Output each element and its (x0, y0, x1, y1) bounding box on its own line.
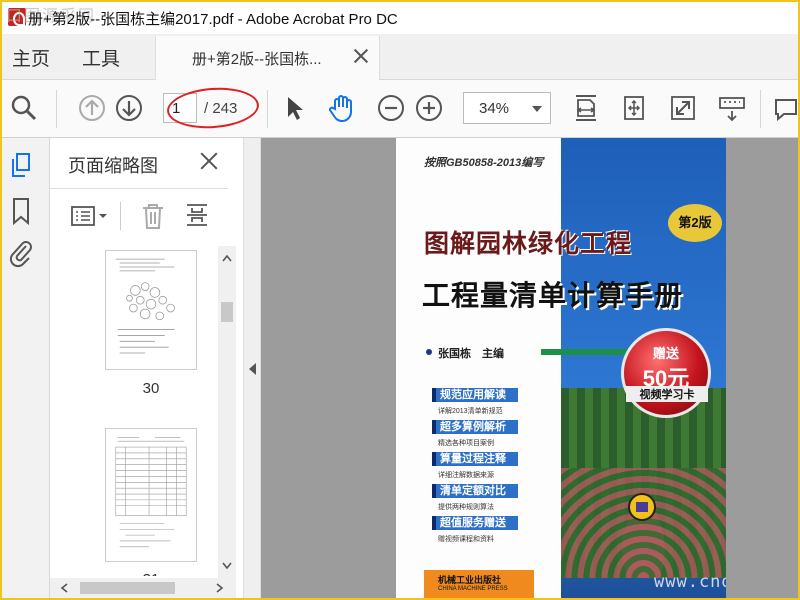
attachment-icon[interactable] (8, 238, 34, 268)
menu-tools[interactable]: 工具 (82, 44, 120, 71)
chevron-left-icon (249, 363, 256, 375)
toolbar-separator (120, 202, 121, 230)
fit-page-icon[interactable] (570, 92, 602, 124)
expand-icon[interactable] (667, 92, 699, 124)
thumbnail-page-label: 30 (142, 380, 160, 397)
left-navigation-rail (0, 138, 50, 600)
next-page-icon[interactable] (113, 92, 145, 124)
feature-label: 算量过程注释 (432, 452, 518, 466)
thumbnails-panel: 页面缩略图 30 (50, 138, 243, 600)
scroll-down-icon[interactable] (222, 562, 232, 570)
feature-label: 超多算例解析 (432, 420, 518, 434)
publisher-name: 机械工业出版社 (438, 575, 502, 585)
thumbnail-page-label: 31 (105, 571, 197, 576)
window-title: 册+第2版--张国栋主编2017.pdf - Adobe Acrobat Pro… (28, 11, 398, 28)
cover-title-line2: 工程量清单计算手册 (422, 280, 684, 311)
zoom-out-icon[interactable] (375, 92, 407, 124)
toolbar-separator (56, 90, 57, 128)
title-bar: 口图源采网 册+第2版--张国栋主编2017.pdf - Adobe Acrob… (0, 0, 800, 34)
divider (50, 188, 228, 189)
panel-toolbar (68, 198, 228, 234)
book-cover-page: 按照GB50858-2013编写 图解园林绿化工程 第2版 工程量清单计算手册 … (396, 138, 726, 600)
panel-title: 页面缩略图 (68, 156, 158, 176)
feature-sub: 赠视频课程和资料 (438, 536, 494, 543)
bookmark-icon[interactable] (8, 196, 34, 226)
feature-label: 清单定额对比 (432, 484, 518, 498)
publisher-name-en: CHINA MACHINE PRESS (438, 586, 508, 592)
feature-sub: 详解2013清单新规范 (438, 408, 503, 415)
scroll-left-icon[interactable] (60, 583, 68, 593)
previous-page-icon[interactable] (76, 92, 108, 124)
divider (541, 349, 631, 355)
watermark-url: www.cnd (654, 572, 726, 592)
toolbar-separator (267, 90, 268, 128)
comment-icon[interactable] (770, 92, 800, 124)
zoom-value: 34% (479, 100, 510, 117)
cover-author: 张国栋 主编 (438, 348, 504, 360)
keyboard-icon[interactable] (716, 92, 748, 124)
feature-sub: 详细注解数据来源 (438, 472, 494, 479)
gift-badge-top: 赠送 (652, 346, 679, 361)
feature-sub: 精选各种项目案例 (438, 440, 494, 447)
document-view[interactable]: 按照GB50858-2013编写 图解园林绿化工程 第2版 工程量清单计算手册 … (261, 138, 800, 600)
gift-badge-card: 视频学习卡 (626, 386, 708, 402)
scrollbar-thumb[interactable] (221, 302, 233, 322)
feature-label: 超值服务赠送 (432, 516, 518, 530)
feature-label: 规范应用解读 (432, 388, 518, 402)
thumbnail-options-icon[interactable] (70, 204, 110, 228)
feature-sub: 提供两种规则算法 (438, 504, 494, 511)
author-bullet (426, 349, 432, 355)
close-icon[interactable] (351, 46, 371, 66)
cover-standard-text: 按照GB50858-2013编写 (424, 157, 544, 169)
delete-icon[interactable] (140, 202, 166, 230)
zoom-in-icon[interactable] (413, 92, 445, 124)
page-thumbnail[interactable] (105, 428, 197, 562)
close-icon[interactable] (198, 150, 220, 172)
garden-photo-pattern (561, 468, 726, 578)
scroll-right-icon[interactable] (216, 583, 224, 593)
hand-tool-icon[interactable] (326, 92, 358, 124)
panel-collapse-handle[interactable] (243, 138, 261, 600)
tab-document[interactable]: 册+第2版--张国栋... (155, 36, 380, 80)
cover-title-line1: 图解园林绿化工程 (424, 230, 633, 258)
page-split-icon[interactable] (184, 202, 210, 230)
menu-home[interactable]: 主页 (12, 44, 50, 71)
publisher-block: 机械工业出版社 CHINA MACHINE PRESS (424, 570, 534, 600)
edition-badge: 第2版 (668, 204, 722, 242)
publisher-logo (628, 493, 656, 521)
page-thumbnails-icon[interactable] (8, 152, 34, 182)
thumbnails-list[interactable]: 30 31 (50, 246, 218, 576)
full-screen-icon[interactable] (618, 92, 650, 124)
chevron-down-icon (532, 106, 542, 112)
search-icon[interactable] (8, 92, 40, 124)
gift-badge: 赠送 50元 视频学习卡 (621, 328, 711, 418)
toolbar: 34% (0, 80, 800, 138)
zoom-select[interactable]: 34% (463, 92, 551, 124)
vertical-scrollbar[interactable] (218, 246, 236, 578)
cover-left-panel (396, 138, 561, 600)
tab-bar: 主页 工具 册+第2版--张国栋... (0, 34, 800, 80)
page-thumbnail[interactable] (105, 250, 197, 370)
scrollbar-thumb[interactable] (80, 582, 175, 594)
toolbar-separator (760, 90, 761, 128)
tab-document-label: 册+第2版--张国栋... (192, 51, 322, 68)
horizontal-scrollbar[interactable] (50, 578, 236, 598)
scroll-up-icon[interactable] (222, 254, 232, 262)
select-cursor-icon[interactable] (278, 92, 310, 124)
